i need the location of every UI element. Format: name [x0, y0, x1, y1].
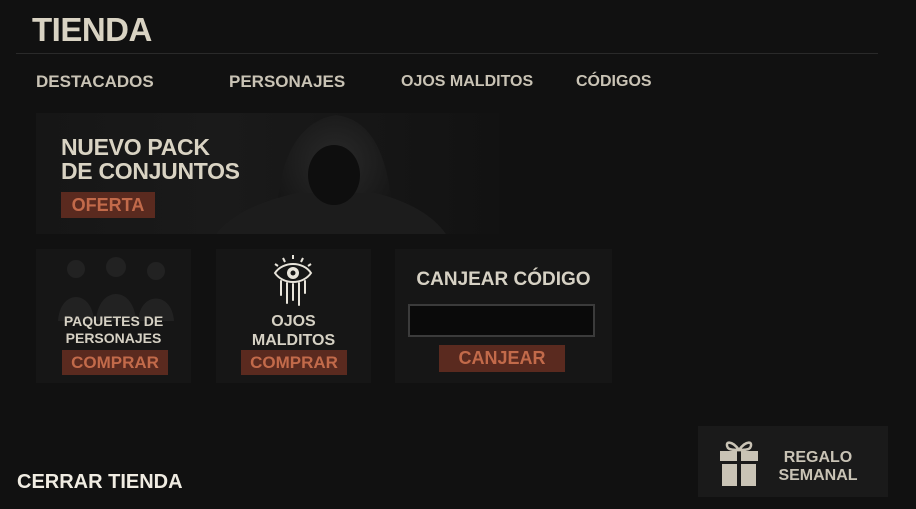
cursed-eyes-line1: OJOS: [271, 313, 316, 330]
characters-image: [58, 257, 174, 321]
tab-cursed-eyes[interactable]: OJOS MALDITOS: [401, 73, 533, 91]
character-packs-line2: PERSONAJES: [65, 330, 162, 346]
tab-featured[interactable]: DESTACADOS: [36, 72, 154, 92]
buy-characters-button[interactable]: COMPRAR: [62, 350, 168, 375]
tab-codes[interactable]: CÓDIGOS: [576, 73, 652, 91]
gift-icon: [720, 441, 758, 486]
cursed-eye-icon: [273, 255, 313, 306]
close-store-button[interactable]: CERRAR TIENDA: [17, 471, 183, 494]
tab-characters[interactable]: PERSONAJES: [229, 72, 345, 92]
character-packs-card[interactable]: PAQUETES DE PERSONAJES COMPRAR: [36, 249, 191, 383]
new-outfit-pack-banner[interactable]: NUEVO PACK DE CONJUNTOS OFERTA: [36, 113, 499, 234]
hooded-figure-image: [216, 115, 446, 234]
banner-title: NUEVO PACK DE CONJUNTOS: [61, 135, 240, 183]
code-input[interactable]: [408, 304, 595, 337]
redeem-button[interactable]: CANJEAR: [439, 345, 565, 372]
redeem-code-card: CANJEAR CÓDIGO CANJEAR: [395, 249, 612, 383]
cursed-eyes-card[interactable]: OJOS MALDITOS COMPRAR: [216, 249, 371, 383]
buy-cursed-eyes-button[interactable]: COMPRAR: [241, 350, 347, 375]
redeem-code-title: CANJEAR CÓDIGO: [416, 269, 591, 290]
banner-title-line2: DE CONJUNTOS: [61, 158, 240, 184]
weekly-gift-line2: SEMANAL: [778, 467, 858, 484]
cursed-eyes-label: OJOS MALDITOS: [216, 312, 371, 350]
character-packs-label: PAQUETES DE PERSONAJES: [36, 313, 191, 347]
weekly-gift-button[interactable]: REGALO SEMANAL: [698, 426, 888, 497]
banner-title-line1: NUEVO PACK: [61, 134, 210, 160]
weekly-gift-label: REGALO SEMANAL: [776, 449, 860, 485]
offer-button[interactable]: OFERTA: [61, 192, 155, 218]
character-packs-line1: PAQUETES DE: [63, 313, 164, 329]
store-title: TIENDA: [32, 11, 152, 48]
cursed-eyes-line2: MALDITOS: [251, 332, 336, 349]
header-divider: [16, 53, 878, 54]
weekly-gift-line1: REGALO: [783, 449, 853, 466]
